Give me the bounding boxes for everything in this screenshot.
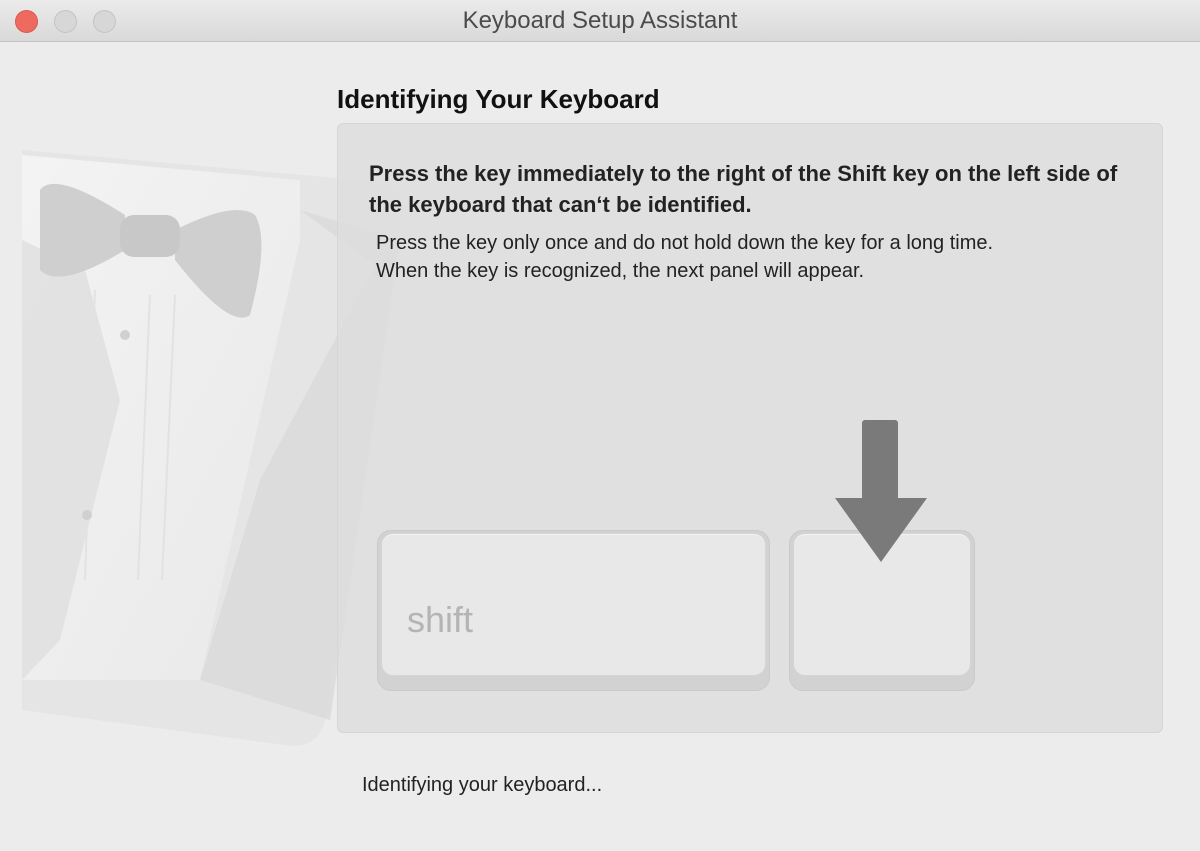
detail-line-2: When the key is recognized, the next pan… [376, 260, 865, 282]
shift-keycap: shift [381, 533, 766, 676]
instruction-text: Press the key immediately to the right o… [369, 161, 1118, 217]
instruction-detail: Press the key only once and do not hold … [376, 229, 1136, 285]
status-text: Identifying your keyboard... [362, 774, 603, 796]
keyboard-setup-window: Keyboard Setup Assistant Identifying You… [0, 0, 1200, 851]
title-bar: Keyboard Setup Assistant [0, 0, 1200, 42]
page-heading: Identifying Your Keyboard [337, 84, 660, 114]
shift-key: shift [377, 530, 770, 691]
instruction-panel: Press the key immediately to the right o… [337, 123, 1163, 733]
shift-key-label: shift [407, 599, 474, 640]
window-title: Keyboard Setup Assistant [462, 7, 738, 34]
detail-line-1: Press the key only once and do not hold … [376, 232, 994, 254]
down-arrow-icon [835, 420, 927, 562]
